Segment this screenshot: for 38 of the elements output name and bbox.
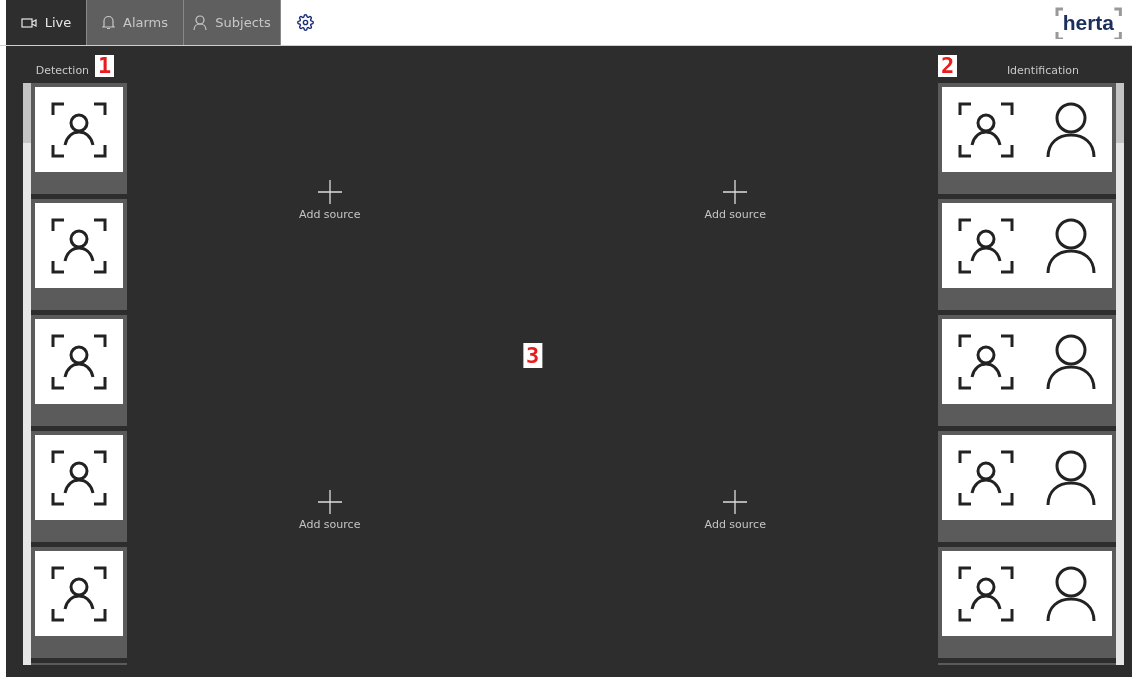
add-source-button[interactable]: Add source: [299, 489, 361, 531]
panel-title: Detection: [35, 64, 90, 77]
face-scan-icon: [957, 448, 1015, 507]
face-scan-icon: [957, 216, 1015, 275]
nav-tab[interactable]: Alarms: [87, 0, 184, 45]
add-source-button[interactable]: Add source: [704, 180, 766, 222]
nav-tab[interactable]: Subjects: [184, 0, 281, 45]
person-icon: [193, 15, 208, 30]
plus-icon: [722, 489, 749, 514]
scrollbar[interactable]: [23, 83, 31, 665]
face-scan-icon: [50, 332, 108, 391]
callout-number: 1: [95, 55, 115, 77]
face-scan-icon: [50, 100, 108, 159]
person-icon: [1045, 100, 1097, 159]
face-scan-icon: [50, 448, 108, 507]
settings-icon[interactable]: [297, 14, 314, 31]
person-icon: [1045, 448, 1097, 507]
camera-icon: [20, 17, 37, 28]
person-icon: [1045, 332, 1097, 391]
person-icon: [1045, 216, 1097, 275]
face-scan-icon: [957, 100, 1015, 159]
add-source-button[interactable]: Add source: [704, 489, 766, 531]
face-scan-icon: [957, 332, 1015, 391]
person-icon: [1045, 564, 1097, 623]
add-source-button[interactable]: Add source: [299, 180, 361, 222]
nav-tab[interactable]: Live: [6, 0, 87, 45]
plus-icon: [722, 180, 749, 205]
callout-number: 2: [938, 55, 958, 77]
face-scan-icon: [957, 564, 1015, 623]
panel-title: Identification: [1006, 64, 1079, 77]
callout-number: 3: [522, 342, 543, 368]
bell-icon: [102, 15, 115, 30]
face-scan-icon: [50, 564, 108, 623]
logo: herta: [1054, 6, 1122, 39]
face-scan-icon: [50, 216, 108, 275]
plus-icon: [316, 489, 343, 514]
scrollbar[interactable]: [1116, 83, 1124, 665]
plus-icon: [316, 180, 343, 205]
